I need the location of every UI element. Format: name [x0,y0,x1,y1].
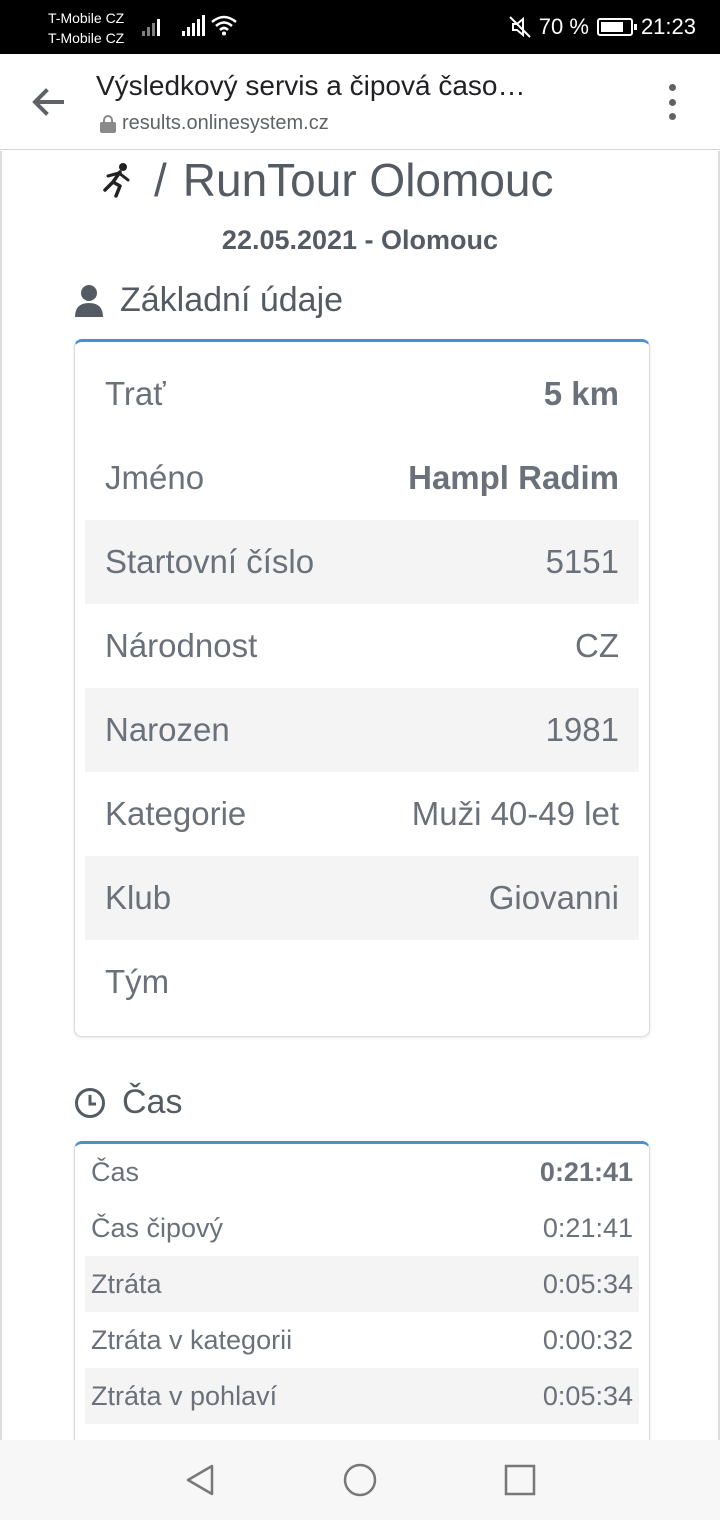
overflow-menu-icon[interactable] [666,84,678,120]
back-arrow-icon[interactable] [28,82,68,122]
time-card: Čas 0:21:41 Čas čipový 0:21:41 Ztráta 0:05:34… [74,1141,650,1440]
signal-1-icon [142,14,160,36]
row-label: Čas [91,1156,140,1187]
time-row: Čas 0:21:41 [85,1144,639,1200]
event-date: 22.05.2021 - Olomouc [221,225,499,255]
row-label: Tým [105,963,170,1000]
event-header: / RunTour Olomouc [98,153,554,207]
nav-recents-icon[interactable] [500,1460,540,1500]
mute-icon [509,16,531,38]
row-value: 0:00:32 [542,1324,633,1355]
basic-info-row: Klub Giovanni [85,856,639,940]
battery-percent: 70 % [538,14,589,39]
row-value: 0:21:41 [542,1212,633,1243]
row-value: 0:05:34 [542,1268,633,1299]
nav-back-icon[interactable] [180,1460,220,1500]
row-label: Čas čipový [91,1212,224,1243]
row-value: 0:05:34 [542,1380,633,1411]
row-label: Startovní číslo [105,543,315,580]
basic-info-row: Tým [85,940,639,1024]
row-label: Národnost [105,627,258,664]
row-value: 1981 [545,711,619,748]
user-icon [75,284,103,317]
row-label: Kategorie [105,795,247,832]
status-right: 70 % 21:23 [509,12,696,42]
time-row: Ztráta 0:05:34 [85,1256,639,1312]
row-label: Ztráta v kategorii [91,1324,293,1355]
clock: 21:23 [640,14,696,39]
basic-info-row: Startovní číslo 5151 [85,520,639,604]
basic-info-row: Kategorie Muži 40-49 let [85,772,639,856]
row-value: Muži 40-49 let [411,795,619,832]
nav-home-icon[interactable] [340,1460,380,1500]
time-row: Ztráta v kategorii 0:00:32 [85,1312,639,1368]
status-bar: T-Mobile CZ T-Mobile CZ 70 % 21:23 [0,0,720,54]
lock-icon [100,114,116,133]
row-label: Trať [105,375,166,412]
battery-icon [596,18,637,36]
basic-info-rows: Trať 5 km Jméno Hampl Radim Startovní číslo 5… [85,352,639,1024]
url-text: results.onlinesystem.cz [122,112,329,134]
basic-info-row: Trať 5 km [85,352,639,436]
clock-icon [75,1087,105,1118]
page-title[interactable]: Výsledkový servis a čipová časo… [96,70,596,102]
page-content: / RunTour Olomouc 22.05.2021 - Olomouc Z… [0,151,720,1440]
row-value: 5 km [543,375,619,412]
section-basic-heading: Základní údaje [74,281,343,320]
system-nav-bar [0,1440,720,1520]
time-row: Ztráta v pohlaví 0:05:34 [85,1368,639,1424]
signal-2-icon [182,14,205,36]
event-name: RunTour Olomouc [182,154,554,206]
row-label: Jméno [105,459,205,496]
time-rows: Čas 0:21:41 Čas čipový 0:21:41 Ztráta 0:05:34… [85,1144,639,1424]
basic-info-card: Trať 5 km Jméno Hampl Radim Startovní číslo 5… [74,339,650,1037]
wifi-icon [211,15,237,36]
basic-info-row: Národnost CZ [85,604,639,688]
carrier-1: T-Mobile CZ [48,10,125,26]
browser-toolbar: Výsledkový servis a čipová časo… results… [0,54,720,150]
runner-icon [103,163,130,198]
section-basic-title: Základní údaje [120,281,344,319]
basic-info-row: Jméno Hampl Radim [85,436,639,520]
row-value: CZ [575,627,619,664]
carrier-info: T-Mobile CZ T-Mobile CZ [48,8,124,48]
carrier-2: T-Mobile CZ [48,30,125,46]
url-bar[interactable]: results.onlinesystem.cz [100,112,329,135]
row-value: Hampl Radim [408,459,619,496]
basic-info-row: Narozen 1981 [85,688,639,772]
section-time-title: Čas [122,1083,183,1121]
row-label: Narozen [105,711,230,748]
breadcrumb-separator: / [154,154,167,206]
row-label: Ztráta v pohlaví [91,1380,278,1411]
row-value: Giovanni [488,879,619,916]
time-row: Čas čipový 0:21:41 [85,1200,639,1256]
row-label: Ztráta [91,1268,162,1299]
row-value: 0:21:41 [539,1156,633,1187]
row-value: 5151 [545,543,619,580]
section-time-heading: Čas [74,1083,182,1122]
row-label: Klub [105,879,172,916]
